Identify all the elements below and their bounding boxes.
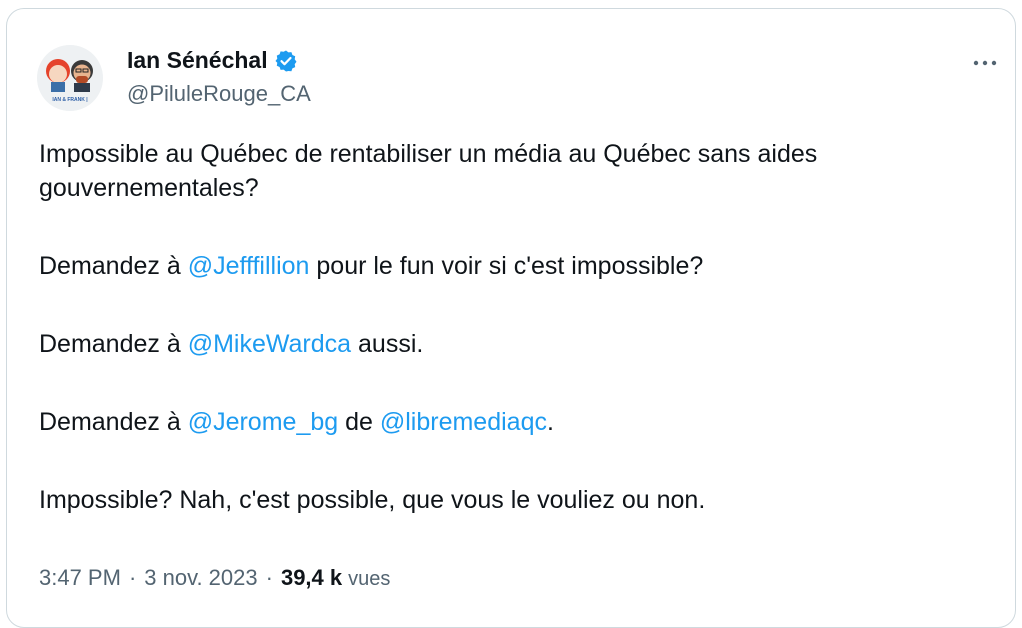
tweet-date[interactable]: 3 nov. 2023 [144, 565, 257, 591]
tweet-text: Impossible au Québec de rentabiliser un … [39, 137, 979, 561]
tweet-paragraph-4: Demandez à @Jerome_bg de @libremediaqc. [39, 405, 979, 439]
mention-mikewardca[interactable]: @MikeWardca [188, 330, 351, 358]
text-segment: Demandez à [39, 330, 188, 358]
author-handle[interactable]: @PiluleRouge_CA [127, 81, 311, 107]
text-segment: pour le fun voir si c'est impossible? [309, 252, 704, 280]
tweet-paragraph-3: Demandez à @MikeWardca aussi. [39, 327, 979, 361]
tweet-card: IAN & FRANK | Ian Sénéchal @PiluleRouge_… [6, 8, 1016, 628]
tweet-paragraph-5: Impossible? Nah, c'est possible, que vou… [39, 486, 706, 514]
text-segment: de [338, 408, 380, 436]
text-segment: Demandez à [39, 252, 188, 280]
mention-jerome-bg[interactable]: @Jerome_bg [188, 408, 338, 436]
tweet-paragraph-2: Demandez à @Jefffillion pour le fun voir… [39, 249, 979, 283]
meta-separator: · [128, 565, 137, 590]
avatar-image: IAN & FRANK | [37, 45, 103, 111]
more-options-icon[interactable] [968, 55, 1002, 71]
text-segment: Demandez à [39, 408, 188, 436]
text-segment: . [546, 408, 554, 436]
verified-badge-icon[interactable] [274, 49, 298, 73]
views-label: vues [348, 568, 391, 590]
meta-separator: · [265, 565, 273, 590]
author-display-name[interactable]: Ian Sénéchal [127, 47, 268, 74]
views-count[interactable]: 39,4 k [281, 565, 342, 591]
author-name-row: Ian Sénéchal [127, 47, 298, 74]
text-segment: aussi. [351, 330, 424, 358]
tweet-meta: 3:47 PM · 3 nov. 2023 · 39,4 k vues [39, 565, 390, 591]
avatar[interactable]: IAN & FRANK | [37, 45, 103, 111]
tweet-paragraph-1: Impossible au Québec de rentabiliser un … [39, 140, 818, 202]
tweet-time[interactable]: 3:47 PM [39, 565, 121, 591]
mention-libremediaqc[interactable]: @libremediaqc [380, 408, 547, 436]
avatar-caption: IAN & FRANK | [52, 97, 88, 103]
mention-jefffillion[interactable]: @Jefffillion [188, 252, 310, 280]
